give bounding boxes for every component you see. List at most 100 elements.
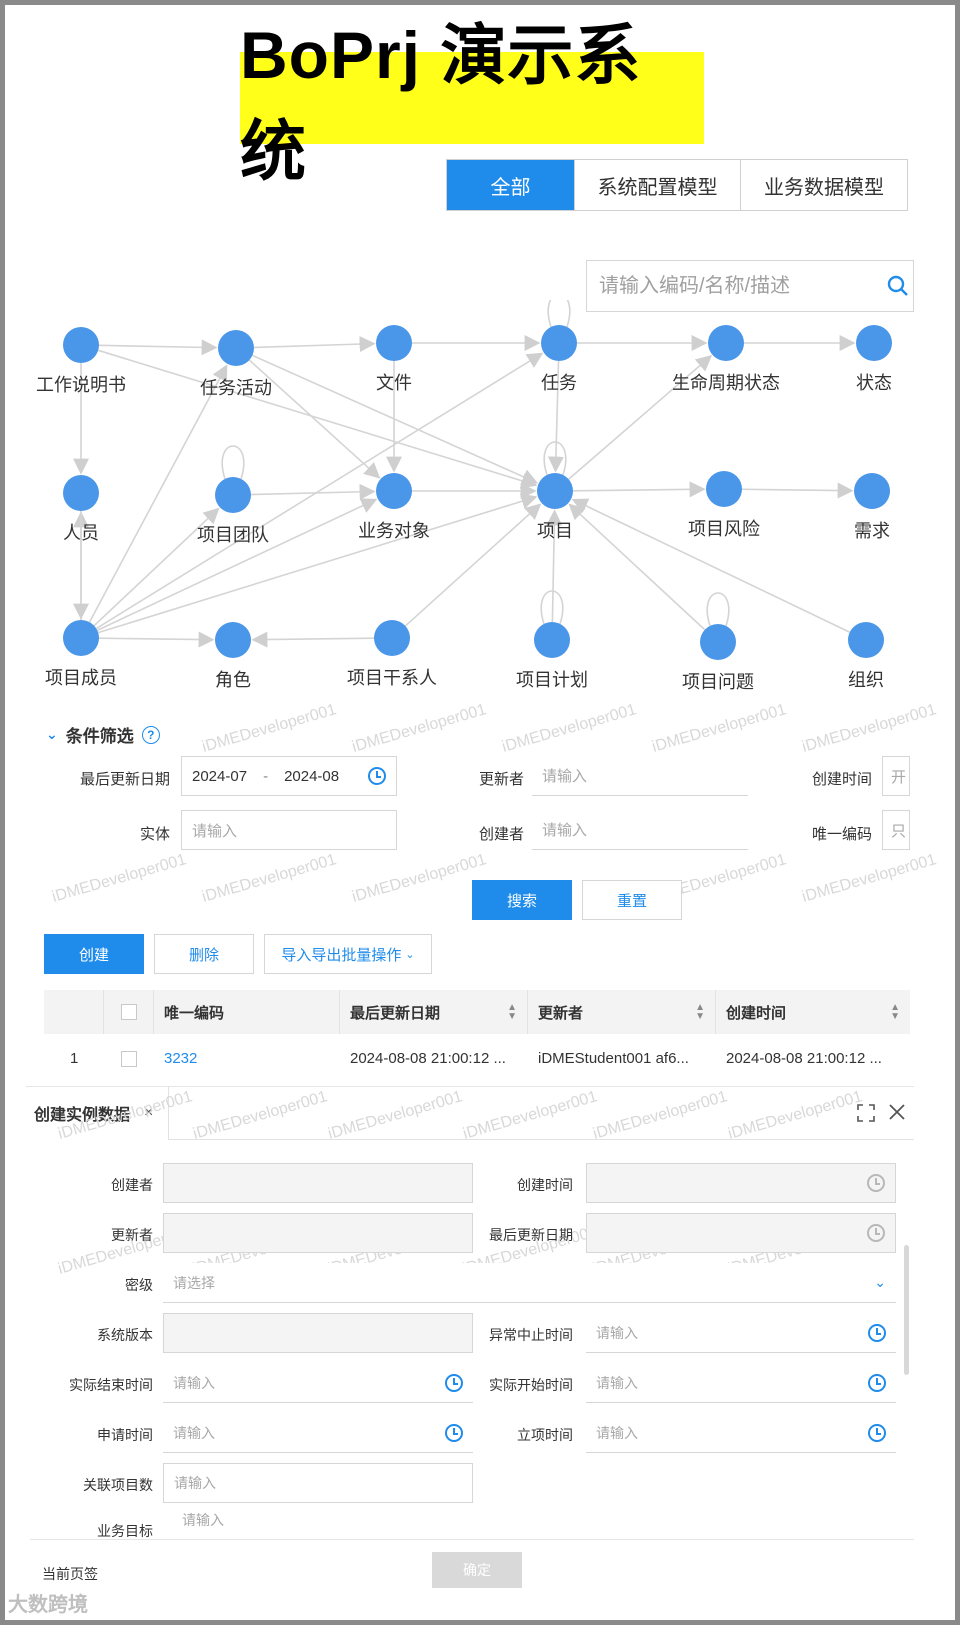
delete-button[interactable]: 删除 bbox=[154, 934, 254, 974]
graph-node[interactable] bbox=[218, 330, 254, 366]
watermark: iDMEDeveloper001 bbox=[191, 1088, 330, 1143]
graph-node[interactable] bbox=[376, 473, 412, 509]
graph-node-label: 任务 bbox=[541, 373, 577, 393]
graph-node[interactable] bbox=[854, 473, 890, 509]
graph-node[interactable] bbox=[708, 325, 744, 361]
last-update-field bbox=[586, 1213, 896, 1253]
graph-node[interactable] bbox=[534, 622, 570, 658]
actual-end-placeholder: 请输入 bbox=[173, 1374, 215, 1391]
graph-node[interactable] bbox=[856, 325, 892, 361]
tab-system-config[interactable]: 系统配置模型 bbox=[575, 160, 741, 210]
approve-time-placeholder: 请输入 bbox=[596, 1424, 638, 1441]
graph-node[interactable] bbox=[63, 475, 99, 511]
actual-start-placeholder: 请输入 bbox=[596, 1374, 638, 1391]
graph-node[interactable] bbox=[215, 622, 251, 658]
row-updater: iDMEStudent001 af6... bbox=[538, 1049, 689, 1067]
col-last-update-label: 最后更新日期 bbox=[350, 1004, 441, 1022]
col-last-update[interactable]: 最后更新日期 ▲ ▼ bbox=[340, 990, 528, 1034]
tab-bottom-line bbox=[168, 1139, 914, 1140]
graph-edge bbox=[97, 493, 538, 634]
date-start: 2024-07 bbox=[192, 767, 248, 785]
approve-time-field[interactable]: 请输入 bbox=[586, 1413, 896, 1453]
confirm-button[interactable]: 确定 bbox=[432, 1552, 522, 1588]
graph-node[interactable] bbox=[537, 473, 573, 509]
business-goal-field[interactable]: 请输入 bbox=[172, 1510, 908, 1540]
search-button[interactable]: 搜索 bbox=[472, 880, 572, 920]
graph-search-input[interactable] bbox=[599, 274, 879, 298]
graph-node[interactable] bbox=[706, 471, 742, 507]
row-last-update: 2024-08-08 21:00:12 ... bbox=[350, 1049, 506, 1067]
clock-icon bbox=[868, 1423, 886, 1442]
graph-self-loop bbox=[221, 445, 245, 480]
abnormal-stop-placeholder: 请输入 bbox=[596, 1324, 638, 1341]
graph-node[interactable] bbox=[848, 622, 884, 658]
sort-icon[interactable]: ▲ ▼ bbox=[890, 1003, 900, 1022]
related-projects-label: 关联项目数 bbox=[83, 1477, 153, 1493]
graph-node[interactable] bbox=[374, 620, 410, 656]
secret-level-placeholder: 请选择 bbox=[173, 1274, 215, 1291]
clock-icon bbox=[867, 1224, 885, 1242]
updater-field-label: 更新者 bbox=[111, 1227, 153, 1243]
last-update-range[interactable]: 2024-07 - 2024-08 bbox=[181, 756, 397, 796]
graph-node-label: 需求 bbox=[854, 521, 890, 541]
watermark: iDMEDeveloper001 bbox=[726, 1088, 865, 1143]
creator-field bbox=[163, 1163, 473, 1203]
graph-node[interactable] bbox=[215, 477, 251, 513]
updater-input[interactable]: 请输入 bbox=[532, 756, 748, 796]
clock-icon bbox=[868, 1373, 886, 1392]
graph-node[interactable] bbox=[700, 624, 736, 660]
dialog-scrollbar[interactable] bbox=[904, 1245, 909, 1375]
created-time-input[interactable]: 开 bbox=[882, 756, 910, 796]
tab-business-data[interactable]: 业务数据模型 bbox=[741, 160, 907, 210]
row-checkbox[interactable] bbox=[121, 1050, 137, 1067]
col-updater[interactable]: 更新者 ▲ ▼ bbox=[528, 990, 716, 1034]
help-icon[interactable]: ? bbox=[141, 725, 160, 744]
filter-header[interactable]: ⌄ 条件筛选 ? bbox=[46, 722, 160, 747]
graph-edge bbox=[741, 482, 854, 499]
actual-end-field[interactable]: 请输入 bbox=[163, 1363, 473, 1403]
related-projects-field[interactable]: 请输入 bbox=[163, 1463, 473, 1503]
col-unique-code[interactable]: 唯一编码 bbox=[154, 990, 340, 1034]
graph-search-box bbox=[586, 260, 914, 312]
abnormal-stop-field[interactable]: 请输入 bbox=[586, 1313, 896, 1353]
graph-node[interactable] bbox=[376, 325, 412, 361]
entity-input[interactable]: 请输入 bbox=[181, 810, 397, 850]
create-button[interactable]: 创建 bbox=[44, 934, 144, 974]
apply-time-placeholder: 请输入 bbox=[173, 1424, 215, 1441]
abnormal-stop-label: 异常中止时间 bbox=[489, 1327, 573, 1343]
creator-input[interactable]: 请输入 bbox=[532, 810, 748, 850]
col-created[interactable]: 创建时间 ▲ ▼ bbox=[716, 990, 910, 1034]
select-all-checkbox[interactable] bbox=[120, 1004, 137, 1020]
sort-icon[interactable]: ▲ ▼ bbox=[695, 1003, 705, 1022]
close-tab-icon[interactable]: × bbox=[144, 1104, 153, 1122]
row-code-link[interactable]: 3232 bbox=[154, 1050, 340, 1067]
graph-node-label: 任务活动 bbox=[200, 378, 272, 398]
batch-ops-button[interactable]: 导入导出批量操作 ⌄ bbox=[264, 934, 432, 974]
search-icon[interactable] bbox=[887, 275, 909, 297]
apply-time-field[interactable]: 请输入 bbox=[163, 1413, 473, 1453]
close-icon[interactable] bbox=[888, 1103, 906, 1121]
fullscreen-icon[interactable] bbox=[856, 1103, 876, 1123]
graph-node-label: 项目团队 bbox=[197, 525, 269, 545]
graph-edge bbox=[88, 364, 228, 623]
graph-node[interactable] bbox=[63, 327, 99, 363]
graph-node[interactable] bbox=[541, 325, 577, 361]
graph-node-label: 角色 bbox=[215, 670, 251, 690]
actual-start-field[interactable]: 请输入 bbox=[586, 1363, 896, 1403]
dialog-tab[interactable]: 创建实例数据 × bbox=[34, 1101, 153, 1125]
table-row[interactable]: 1 3232 2024-08-08 21:00:12 ... iDMEStude… bbox=[44, 1036, 910, 1080]
sort-icon[interactable]: ▲ ▼ bbox=[507, 1003, 517, 1022]
unique-code-input[interactable]: 只 bbox=[882, 810, 910, 850]
graph-self-loop bbox=[706, 592, 730, 627]
secret-level-select[interactable]: 请选择 ⌄ bbox=[163, 1263, 896, 1303]
graph-edge bbox=[253, 336, 376, 353]
tab-all[interactable]: 全部 bbox=[447, 160, 575, 210]
col-created-label: 创建时间 bbox=[726, 1004, 787, 1022]
graph-node-label: 组织 bbox=[848, 670, 884, 690]
graph-node[interactable] bbox=[63, 620, 99, 656]
graph-node-label: 人员 bbox=[63, 523, 99, 543]
apply-time-label: 申请时间 bbox=[97, 1427, 153, 1443]
unique-code-label: 唯一编码 bbox=[811, 826, 872, 843]
created-time-field-label: 创建时间 bbox=[517, 1177, 573, 1193]
reset-button[interactable]: 重置 bbox=[582, 880, 682, 920]
